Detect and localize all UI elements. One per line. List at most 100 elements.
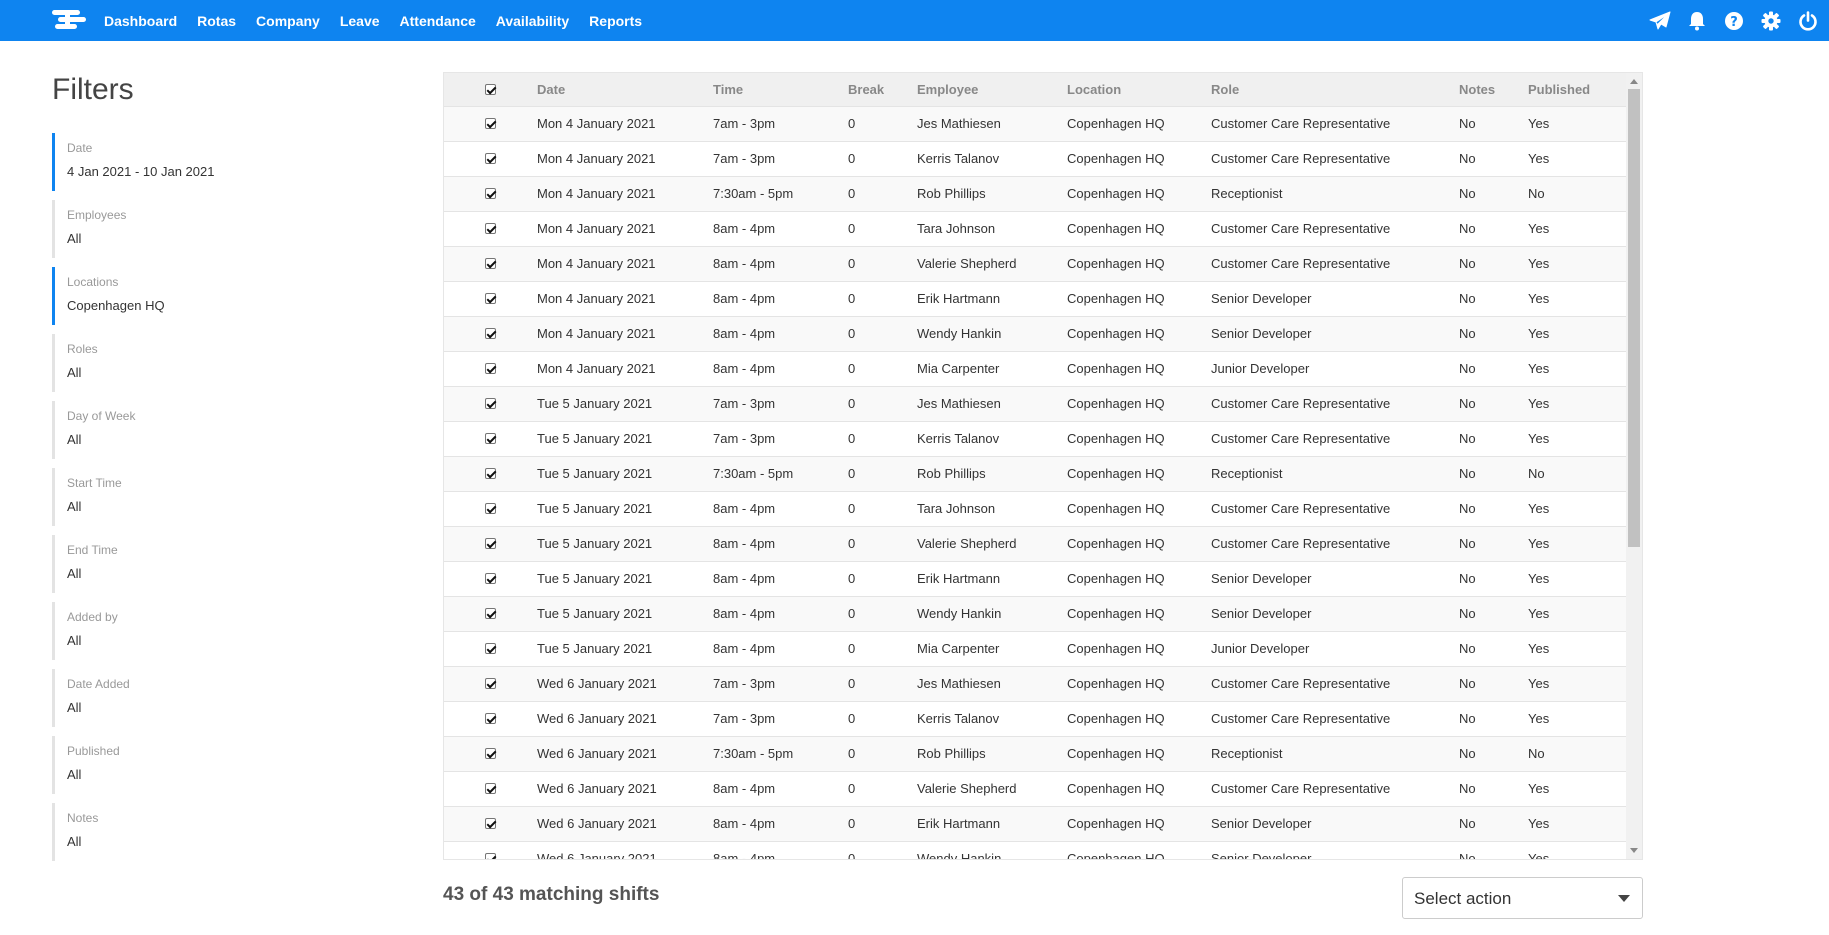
table-row[interactable]: Mon 4 January 2021 8am - 4pm 0 Wendy Hankin… — [444, 316, 1627, 351]
row-checkbox[interactable] — [485, 293, 496, 304]
filter-locations[interactable]: Locations Copenhagen HQ — [52, 267, 382, 325]
table-row[interactable]: Mon 4 January 2021 8am - 4pm 0 Valerie Shep… — [444, 246, 1627, 281]
cell-published: Yes — [1528, 116, 1550, 131]
row-checkbox[interactable] — [485, 188, 496, 199]
cell-location: Copenhagen HQ — [1067, 746, 1165, 761]
table-row[interactable]: Tue 5 January 2021 7:30am - 5pm 0 Rob Phill… — [444, 456, 1627, 491]
table-row[interactable]: Tue 5 January 2021 7am - 3pm 0 Jes Mathiese… — [444, 386, 1627, 421]
row-checkbox[interactable] — [485, 468, 496, 479]
row-checkbox[interactable] — [485, 573, 496, 584]
row-checkbox[interactable] — [485, 643, 496, 654]
nav-item-reports[interactable]: Reports — [589, 13, 642, 29]
cell-employee: Valerie Shepherd — [917, 256, 1017, 271]
main-menu: Dashboard Rotas Company Leave Attendance Avai… — [104, 0, 662, 41]
filter-value: All — [67, 365, 82, 380]
row-checkbox[interactable] — [485, 503, 496, 514]
filter-added-by[interactable]: Added by All — [52, 602, 382, 660]
table-row[interactable]: Wed 6 January 2021 8am - 4pm 0 Valerie Shep… — [444, 771, 1627, 806]
filter-published[interactable]: Published All — [52, 736, 382, 794]
table-row[interactable]: Tue 5 January 2021 8am - 4pm 0 Erik Hartman… — [444, 561, 1627, 596]
table-row[interactable]: Tue 5 January 2021 7am - 3pm 0 Kerris Talan… — [444, 421, 1627, 456]
row-checkbox[interactable] — [485, 748, 496, 759]
row-checkbox[interactable] — [485, 328, 496, 339]
row-checkbox[interactable] — [485, 398, 496, 409]
table-row[interactable]: Tue 5 January 2021 8am - 4pm 0 Tara Johnson… — [444, 491, 1627, 526]
table-row[interactable]: Tue 5 January 2021 8am - 4pm 0 Wendy Hankin… — [444, 596, 1627, 631]
cell-published: Yes — [1528, 291, 1550, 306]
table-row[interactable]: Wed 6 January 2021 7am - 3pm 0 Jes Mathiese… — [444, 666, 1627, 701]
column-header-published[interactable]: Published — [1528, 73, 1627, 106]
table-row[interactable]: Mon 4 January 2021 8am - 4pm 0 Mia Carpente… — [444, 351, 1627, 386]
nav-item-leave[interactable]: Leave — [340, 13, 380, 29]
nav-item-attendance[interactable]: Attendance — [400, 13, 476, 29]
cell-published: Yes — [1528, 711, 1550, 726]
table-row[interactable]: Wed 6 January 2021 7:30am - 5pm 0 Rob Phill… — [444, 736, 1627, 771]
column-header-break[interactable]: Break — [848, 73, 917, 106]
cell-published: Yes — [1528, 781, 1550, 796]
select-action-dropdown[interactable]: Select action — [1402, 877, 1643, 919]
column-header-notes[interactable]: Notes — [1459, 73, 1528, 106]
row-checkbox[interactable] — [485, 363, 496, 374]
bell-icon[interactable] — [1686, 10, 1708, 32]
filter-notes[interactable]: Notes All — [52, 803, 382, 861]
cell-location: Copenhagen HQ — [1067, 151, 1165, 166]
table-row[interactable]: Mon 4 January 2021 7:30am - 5pm 0 Rob Phill… — [444, 176, 1627, 211]
row-checkbox[interactable] — [485, 608, 496, 619]
help-icon[interactable]: ? — [1723, 10, 1745, 32]
filter-date[interactable]: Date 4 Jan 2021 - 10 Jan 2021 — [52, 133, 382, 191]
filter-date-added[interactable]: Date Added All — [52, 669, 382, 727]
row-checkbox[interactable] — [485, 258, 496, 269]
table-row[interactable]: Mon 4 January 2021 7am - 3pm 0 Kerris Talan… — [444, 141, 1627, 176]
column-header-role[interactable]: Role — [1211, 73, 1459, 106]
row-checkbox[interactable] — [485, 818, 496, 829]
scroll-thumb[interactable] — [1628, 89, 1640, 547]
table-row[interactable]: Wed 6 January 2021 8am - 4pm 0 Wendy Hankin… — [444, 841, 1627, 859]
nav-item-availability[interactable]: Availability — [496, 13, 569, 29]
scroll-down-arrow-icon[interactable] — [1630, 848, 1638, 853]
cell-published: Yes — [1528, 221, 1550, 236]
cell-location: Copenhagen HQ — [1067, 501, 1165, 516]
table-row[interactable]: Mon 4 January 2021 7am - 3pm 0 Jes Mathiese… — [444, 106, 1627, 141]
row-checkbox[interactable] — [485, 853, 496, 859]
power-icon[interactable] — [1797, 10, 1819, 32]
filter-employees[interactable]: Employees All — [52, 200, 382, 258]
row-checkbox[interactable] — [485, 713, 496, 724]
nav-item-company[interactable]: Company — [256, 13, 320, 29]
table-scrollbar[interactable] — [1626, 73, 1642, 859]
shifts-table: Date Time Break Employee Location Role Notes Pu… — [444, 73, 1627, 859]
filter-value: All — [67, 499, 82, 514]
row-checkbox[interactable] — [485, 678, 496, 689]
nav-item-dashboard[interactable]: Dashboard — [104, 13, 177, 29]
column-header-date[interactable]: Date — [537, 73, 713, 106]
logo-icon[interactable] — [52, 9, 86, 31]
cell-time: 8am - 4pm — [713, 536, 776, 551]
table-row[interactable]: Tue 5 January 2021 8am - 4pm 0 Mia Carpente… — [444, 631, 1627, 666]
filter-day-of-week[interactable]: Day of Week All — [52, 401, 382, 459]
select-all-checkbox[interactable] — [485, 83, 496, 95]
column-header-location[interactable]: Location — [1067, 73, 1211, 106]
filter-start-time[interactable]: Start Time All — [52, 468, 382, 526]
column-header-time[interactable]: Time — [713, 73, 848, 106]
gear-icon[interactable] — [1760, 10, 1782, 32]
row-checkbox[interactable] — [485, 223, 496, 234]
filter-end-time[interactable]: End Time All — [52, 535, 382, 593]
cell-time: 8am - 4pm — [713, 291, 776, 306]
table-row[interactable]: Tue 5 January 2021 8am - 4pm 0 Valerie Shep… — [444, 526, 1627, 561]
cell-date: Wed 6 January 2021 — [537, 676, 657, 691]
filter-roles[interactable]: Roles All — [52, 334, 382, 392]
row-checkbox[interactable] — [485, 153, 496, 164]
nav-item-rotas[interactable]: Rotas — [197, 13, 236, 29]
row-checkbox[interactable] — [485, 538, 496, 549]
table-row[interactable]: Mon 4 January 2021 8am - 4pm 0 Tara Johnson… — [444, 211, 1627, 246]
row-checkbox[interactable] — [485, 433, 496, 444]
row-checkbox[interactable] — [485, 118, 496, 129]
row-select-cell — [444, 631, 537, 666]
table-row[interactable]: Wed 6 January 2021 7am - 3pm 0 Kerris Talan… — [444, 701, 1627, 736]
row-checkbox[interactable] — [485, 783, 496, 794]
column-header-employee[interactable]: Employee — [917, 73, 1067, 106]
cell-notes: No — [1459, 466, 1476, 481]
table-row[interactable]: Wed 6 January 2021 8am - 4pm 0 Erik Hartman… — [444, 806, 1627, 841]
send-icon[interactable] — [1649, 10, 1671, 32]
table-row[interactable]: Mon 4 January 2021 8am - 4pm 0 Erik Hartman… — [444, 281, 1627, 316]
scroll-up-arrow-icon[interactable] — [1630, 79, 1638, 84]
